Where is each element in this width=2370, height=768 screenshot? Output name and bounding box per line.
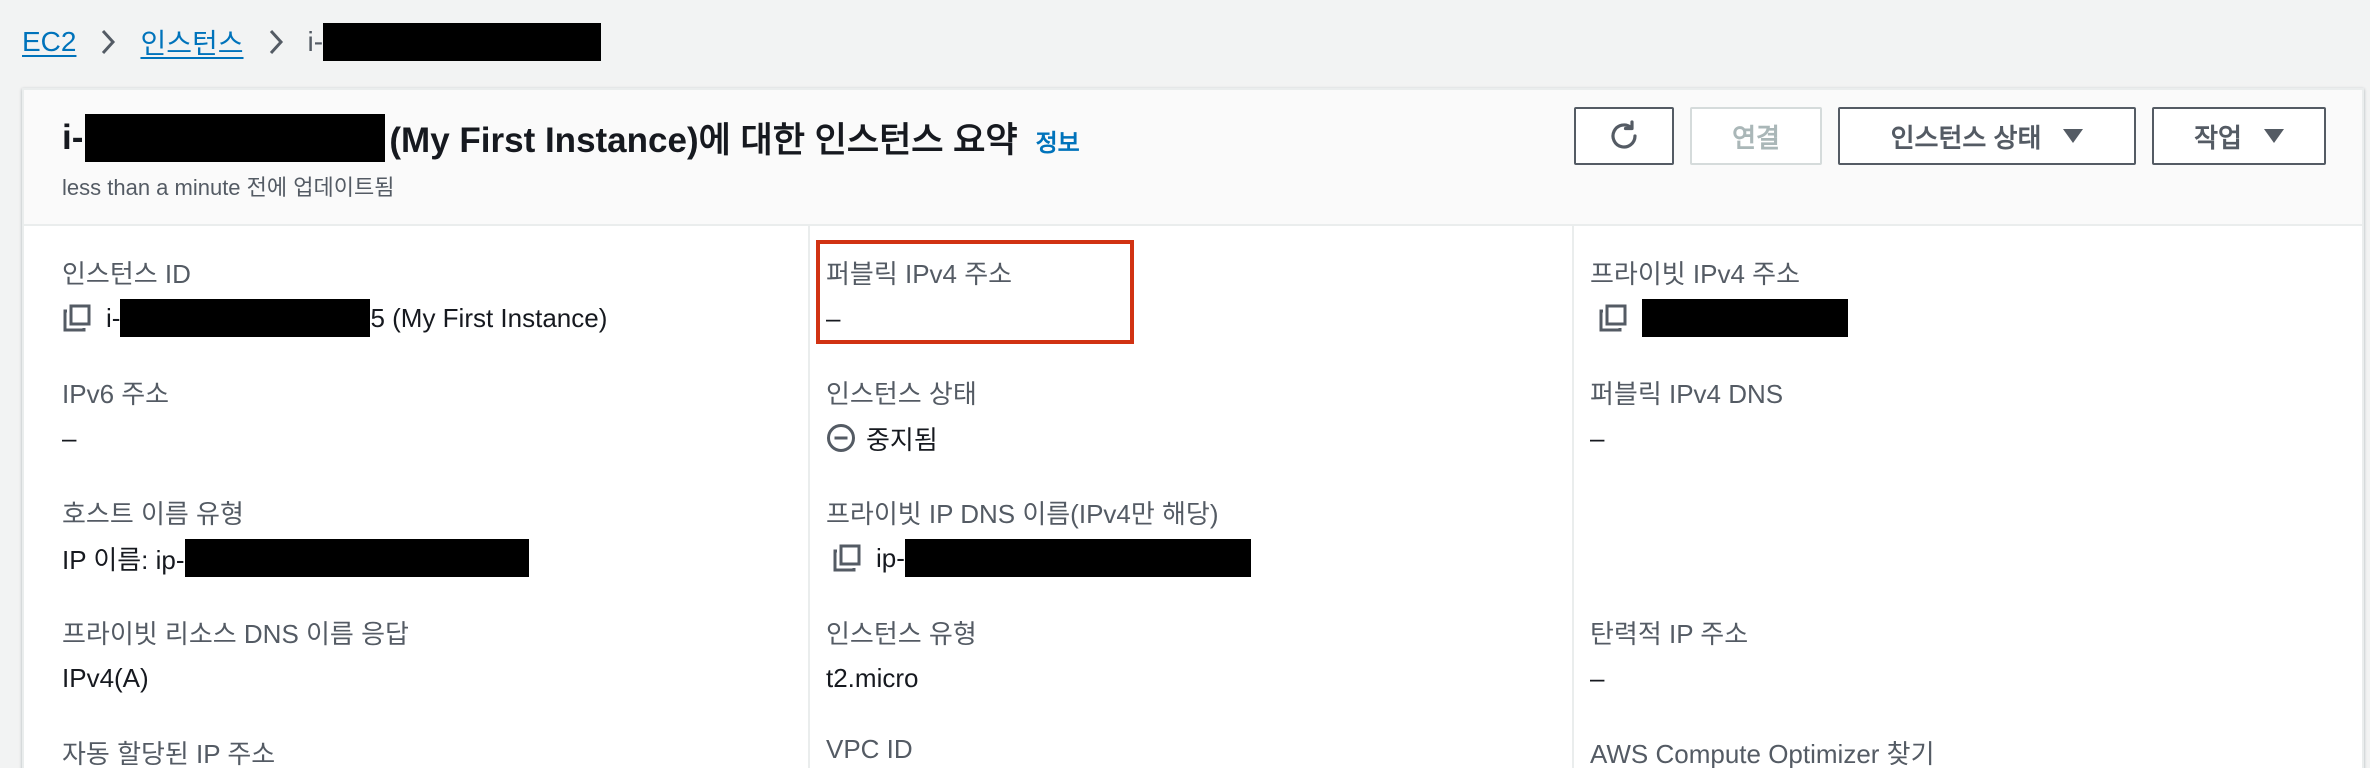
redacted-instance-id <box>323 23 602 61</box>
field-value: – <box>62 422 77 453</box>
field-value: t2.micro <box>826 662 919 693</box>
field-value: – <box>826 302 841 333</box>
field-label: VPC ID <box>826 734 913 764</box>
field-auto-assigned-ip: 자동 할당된 IP 주소 <box>62 734 275 768</box>
redacted-hostname <box>184 539 529 577</box>
actions-dropdown-label: 작업 <box>2194 122 2242 153</box>
field-instance-state: 인스턴스 상태 중지됨 <box>826 374 977 455</box>
field-private-resource-dns: 프라이빗 리소스 DNS 이름 응답 IPv4(A) <box>62 614 409 695</box>
actions-dropdown[interactable]: 작업 <box>2152 107 2326 165</box>
field-hostname-type: 호스트 이름 유형 IP 이름: ip- <box>62 494 529 577</box>
field-label: 퍼블릭 IPv4 DNS <box>1590 379 1784 409</box>
field-private-ip-dns: 프라이빗 IP DNS 이름(IPv4만 해당) ip- <box>826 494 1251 577</box>
field-label: 인스턴스 ID <box>62 259 191 289</box>
field-value: – <box>1590 422 1605 453</box>
redacted-private-dns <box>904 539 1251 577</box>
title-suffix: (My First Instance)에 대한 인스턴스 요약 <box>389 121 1018 160</box>
copy-icon[interactable] <box>832 543 862 573</box>
info-link[interactable]: 정보 <box>1036 123 1080 158</box>
field-label: 프라이빗 IP DNS 이름(IPv4만 해당) <box>826 499 1219 529</box>
instance-state-value: 중지됨 <box>866 424 938 455</box>
caret-down-icon <box>2263 128 2284 144</box>
breadcrumb-current-prefix: i- <box>307 26 324 57</box>
caret-down-icon <box>2063 128 2084 144</box>
field-elastic-ip: 탄력적 IP 주소 – <box>1590 614 1748 695</box>
stopped-icon <box>826 423 856 453</box>
field-compute-optimizer: AWS Compute Optimizer 찾기 <box>1590 734 1935 768</box>
field-public-ipv4: 퍼블릭 IPv4 주소 – <box>826 254 1012 335</box>
instance-state-dropdown[interactable]: 인스턴스 상태 <box>1838 107 2136 165</box>
field-label: IPv6 주소 <box>62 379 170 409</box>
field-value: IP 이름: ip- <box>62 539 529 577</box>
breadcrumb-ec2-link[interactable]: EC2 <box>22 26 76 58</box>
copy-icon[interactable] <box>62 303 92 333</box>
field-label: AWS Compute Optimizer 찾기 <box>1590 739 1935 768</box>
field-value: ip- <box>826 539 1251 577</box>
instance-id-suffix: 5 (My First Instance) <box>370 302 608 333</box>
field-instance-type: 인스턴스 유형 t2.micro <box>826 614 977 695</box>
field-instance-id: 인스턴스 ID i- 5 (My First Instance) <box>62 254 608 337</box>
column-divider <box>1572 226 1574 768</box>
panel-header: i- (My First Instance)에 대한 인스턴스 요약 정보 le… <box>24 90 2362 226</box>
redacted-title-id <box>85 113 386 162</box>
page-title: i- (My First Instance)에 대한 인스턴스 요약 정보 <box>62 112 1080 163</box>
field-label: 호스트 이름 유형 <box>62 499 244 529</box>
header-actions: 연결 인스턴스 상태 작업 <box>1574 107 2326 165</box>
field-public-ipv4-dns: 퍼블릭 IPv4 DNS – <box>1590 374 1783 455</box>
redacted-instance-id <box>120 299 371 337</box>
hostname-prefix: IP 이름: ip- <box>62 544 185 575</box>
title-prefix: i- <box>62 117 84 157</box>
last-updated-text: less than a minute 전에 업데이트됨 <box>62 175 395 200</box>
breadcrumb-current: i- <box>308 23 602 61</box>
field-label: 인스턴스 유형 <box>826 619 977 649</box>
field-label: 프라이빗 리소스 DNS 이름 응답 <box>62 619 409 649</box>
private-dns-prefix: ip- <box>876 542 905 573</box>
instance-state-dropdown-label: 인스턴스 상태 <box>1890 122 2042 153</box>
field-value: – <box>1590 662 1605 693</box>
copy-icon[interactable] <box>1598 303 1628 333</box>
field-ipv6: IPv6 주소 – <box>62 374 169 455</box>
refresh-icon <box>1607 119 1641 153</box>
field-label: 탄력적 IP 주소 <box>1590 619 1749 649</box>
field-value: i- 5 (My First Instance) <box>62 299 608 337</box>
redacted-private-ip <box>1642 299 1848 337</box>
column-divider <box>808 226 810 768</box>
field-vpc-id: VPC ID <box>826 734 913 765</box>
breadcrumb-instances-link[interactable]: 인스턴스 <box>140 22 243 62</box>
chevron-right-icon <box>268 28 284 56</box>
field-label: 인스턴스 상태 <box>826 379 977 409</box>
instance-summary-panel: i- (My First Instance)에 대한 인스턴스 요약 정보 le… <box>22 88 2364 768</box>
connect-button[interactable]: 연결 <box>1690 107 1822 165</box>
field-value <box>1590 299 1848 337</box>
instance-id-prefix: i- <box>106 302 121 333</box>
field-label: 프라이빗 IPv4 주소 <box>1590 259 1800 289</box>
chevron-right-icon <box>100 28 116 56</box>
breadcrumb: EC2 인스턴스 i- <box>22 22 602 62</box>
field-private-ipv4: 프라이빗 IPv4 주소 <box>1590 254 1848 337</box>
refresh-button[interactable] <box>1574 107 1674 165</box>
field-label: 퍼블릭 IPv4 주소 <box>826 259 1013 289</box>
field-label: 자동 할당된 IP 주소 <box>62 739 276 768</box>
field-value: 중지됨 <box>826 421 977 455</box>
field-value: IPv4(A) <box>62 662 149 693</box>
